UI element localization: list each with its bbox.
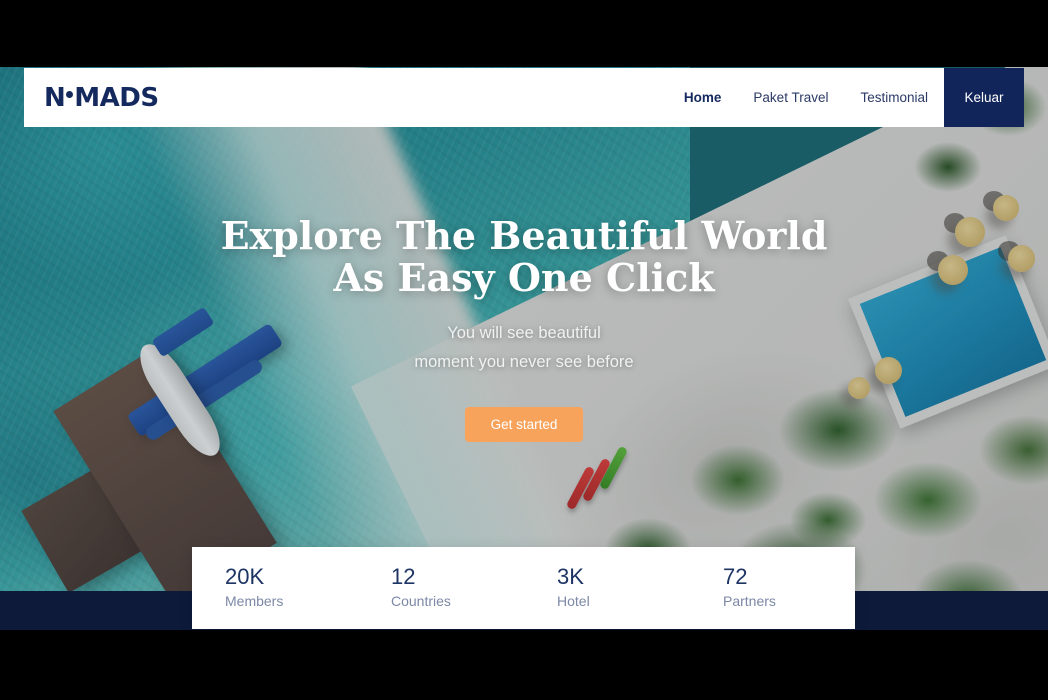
stat-value: 20K [225,564,265,589]
brand-logo[interactable]: N MADS [44,83,159,113]
page: N MADS Home Paket Travel Testimonial Kel… [0,67,1048,630]
nav-item-testimonial[interactable]: Testimonial [844,90,944,105]
stat-hotel: 3K Hotel [524,564,690,612]
brand-logo-prefix: N [44,82,66,113]
stat-label: Countries [391,593,451,609]
nav-item-home[interactable]: Home [668,90,738,105]
stat-label: Partners [723,593,776,609]
stat-members: 20K Members [192,564,358,612]
stats-card: 20K Members 12 Countries 3K Hotel 72 Par… [192,547,855,629]
stat-partners: 72 Partners [690,564,856,612]
stat-value: 72 [723,564,748,589]
stat-label: Hotel [557,593,590,609]
nav-links: Home Paket Travel Testimonial Keluar [668,68,1024,127]
stat-label: Members [225,593,284,609]
brand-logo-suffix: MADS [74,82,159,113]
hero-subtitle: You will see beautiful moment you never … [0,319,1048,377]
nav-item-paket-travel[interactable]: Paket Travel [737,90,844,105]
stat-countries: 12 Countries [358,564,524,612]
stat-value: 12 [391,564,416,589]
hero-title-line-1: Explore The Beautiful World [220,213,828,258]
hero-title-line-2: As Easy One Click [333,255,715,300]
hero-content: Explore The Beautiful World As Easy One … [0,215,1048,442]
navbar: N MADS Home Paket Travel Testimonial Kel… [24,68,1024,127]
hero-subtitle-line-1: You will see beautiful [447,324,601,342]
hero-subtitle-line-2: moment you never see before [414,353,634,371]
screen: N MADS Home Paket Travel Testimonial Kel… [0,0,1048,700]
get-started-button[interactable]: Get started [464,407,584,442]
logout-button[interactable]: Keluar [944,68,1024,127]
hero-title: Explore The Beautiful World As Easy One … [0,215,1048,299]
brand-logo-dot-icon [66,91,74,98]
stat-value: 3K [557,564,584,589]
